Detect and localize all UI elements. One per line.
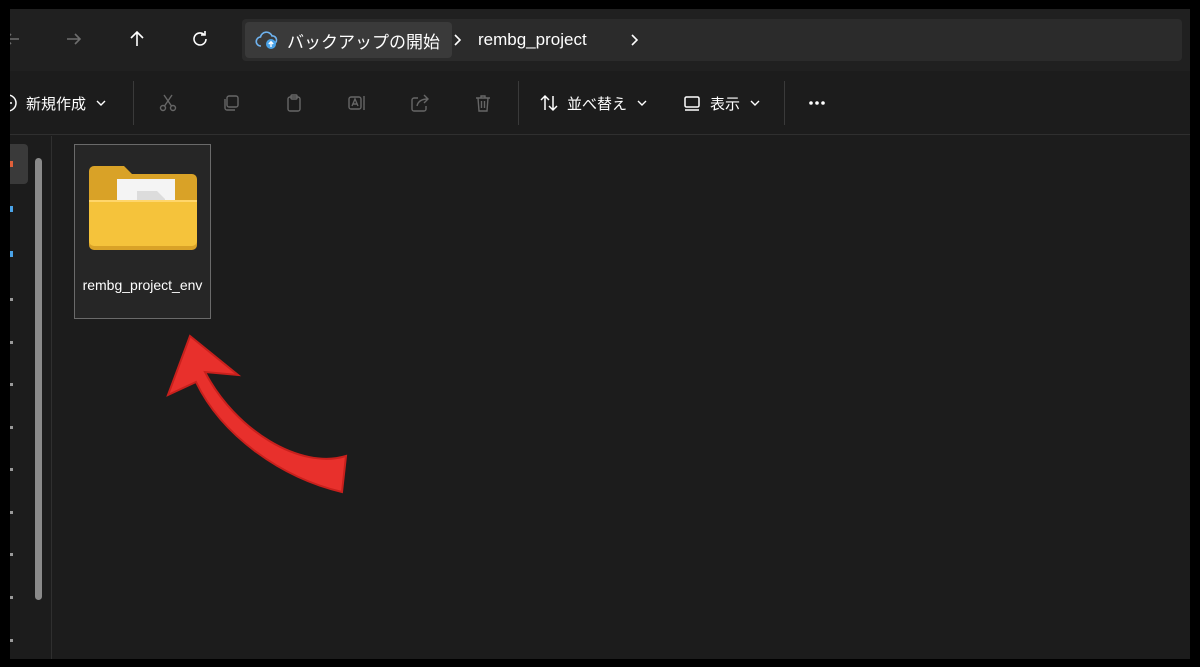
new-button[interactable]: 新規作成: [10, 87, 106, 119]
nav-expand-chevron[interactable]: [10, 298, 13, 301]
see-more-button[interactable]: [803, 89, 831, 117]
share-icon: [411, 94, 429, 112]
address-bar[interactable]: バックアップの開始 rembg_project: [242, 19, 1182, 61]
chevron-down-icon: [750, 100, 760, 106]
nav-item-icon: [10, 251, 13, 257]
breadcrumb-separator[interactable]: [447, 29, 467, 51]
nav-item-icon: [10, 161, 13, 167]
nav-expand-chevron[interactable]: [10, 511, 13, 514]
view-icon: [684, 96, 700, 111]
cut-icon: [159, 94, 177, 112]
file-explorer-window: バックアップの開始 rembg_project 新規作成 並べ替え 表示 rem…: [10, 9, 1190, 659]
toolbar-divider: [784, 81, 785, 125]
file-list: rembg_project_env: [53, 136, 1190, 659]
new-plus-icon: [10, 94, 17, 112]
nav-expand-chevron[interactable]: [10, 383, 13, 386]
nav-expand-chevron[interactable]: [10, 341, 13, 344]
breadcrumb-backup[interactable]: バックアップの開始: [245, 22, 452, 58]
nav-expand-chevron[interactable]: [10, 639, 13, 642]
new-label: 新規作成: [26, 95, 87, 113]
up-button[interactable]: [121, 23, 153, 55]
address-row: バックアップの開始 rembg_project: [10, 9, 1190, 71]
view-label: 表示: [710, 95, 741, 113]
chevron-down-icon: [637, 100, 647, 106]
paste-icon: [287, 94, 301, 112]
paste-button[interactable]: [280, 89, 308, 117]
refresh-icon: [193, 31, 207, 46]
cut-button[interactable]: [154, 89, 182, 117]
nav-expand-chevron[interactable]: [10, 596, 13, 599]
refresh-button[interactable]: [184, 23, 216, 55]
nav-expand-chevron[interactable]: [10, 426, 13, 429]
sort-button[interactable]: 並べ替え: [539, 87, 647, 119]
back-button[interactable]: [10, 23, 28, 55]
nav-expand-chevron[interactable]: [10, 468, 13, 471]
navigation-pane: [10, 136, 52, 659]
nav-scrollbar[interactable]: [35, 158, 42, 600]
folder-item[interactable]: rembg_project_env: [74, 144, 211, 319]
sort-label: 並べ替え: [567, 95, 628, 113]
chevron-right-icon: [454, 34, 462, 46]
forward-arrow-icon: [67, 33, 82, 45]
back-arrow-icon: [10, 33, 19, 45]
rename-button[interactable]: [343, 89, 371, 117]
more-icon: [809, 101, 825, 105]
folder-icon: [89, 166, 197, 250]
toolbar-divider: [133, 81, 134, 125]
chevron-right-icon: [631, 34, 639, 46]
up-arrow-icon: [130, 30, 144, 46]
delete-button[interactable]: [469, 89, 497, 117]
chevron-down-icon: [96, 100, 106, 106]
share-button[interactable]: [406, 89, 434, 117]
delete-icon: [476, 95, 490, 112]
copy-button[interactable]: [217, 89, 245, 117]
nav-expand-chevron[interactable]: [10, 553, 13, 556]
forward-button[interactable]: [58, 23, 90, 55]
copy-icon: [224, 95, 239, 111]
rename-icon: [348, 96, 365, 110]
toolbar-divider: [518, 81, 519, 125]
breadcrumb-label: rembg_project: [478, 30, 587, 49]
sort-icon: [540, 94, 558, 112]
view-button[interactable]: 表示: [682, 87, 760, 119]
nav-item-icon: [10, 206, 13, 212]
breadcrumb-label: バックアップの開始: [287, 32, 440, 52]
breadcrumb-rembg-project[interactable]: rembg_project: [478, 27, 587, 53]
breadcrumb-separator[interactable]: [624, 29, 644, 51]
command-bar: 新規作成 並べ替え 表示: [10, 71, 1190, 135]
folder-name: rembg_project_env: [82, 277, 203, 293]
cloud-backup-icon: [255, 31, 278, 49]
